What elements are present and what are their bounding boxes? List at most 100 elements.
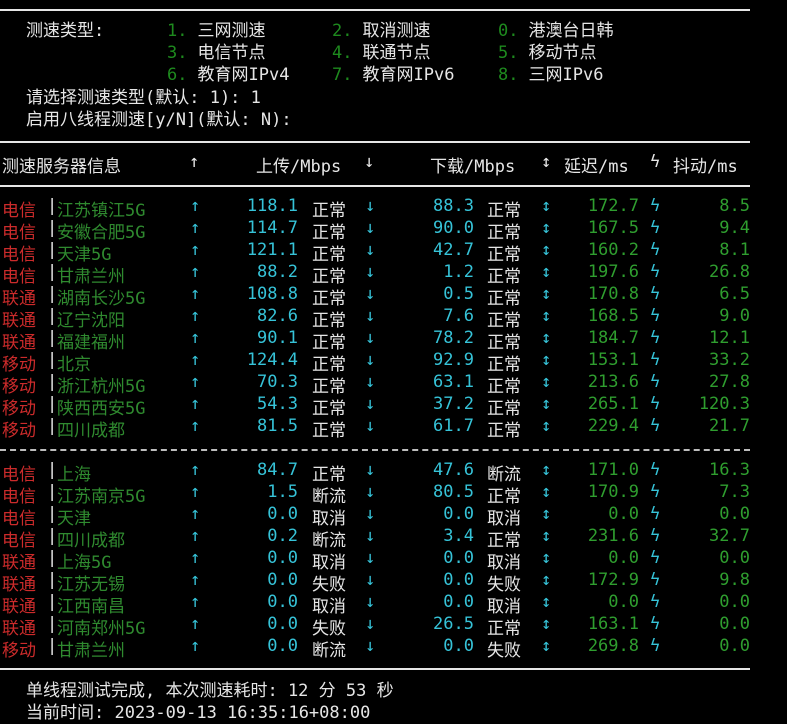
upload-arrow: ↑ (190, 284, 201, 304)
download-arrow: ↓ (365, 240, 376, 260)
latency-arrow: ↕ (541, 548, 552, 568)
upload-arrow: ↑ (190, 636, 201, 656)
bottom-rule (0, 668, 750, 670)
download-value: 3.4 (443, 526, 474, 546)
menu-option-label: 联通节点 (362, 43, 431, 63)
upload-arrow: ↑ (190, 548, 201, 568)
menu-option: 5. 移动节点 (498, 42, 596, 64)
download-arrow: ↓ (365, 460, 376, 480)
upload-value: 108.8 (246, 284, 298, 304)
jitter-value: 8.5 (719, 196, 750, 216)
column-separator: | (47, 460, 58, 480)
menu-option-number: 8. (498, 65, 519, 85)
menu-option: 3. 电信节点 (167, 42, 265, 64)
column-separator: | (47, 416, 58, 436)
download-arrow: ↓ (365, 526, 376, 546)
jitter-arrow: ϟ (650, 328, 661, 348)
menu-option-number: 7. (332, 65, 353, 85)
menu-option: 4. 联通节点 (332, 42, 430, 64)
download-arrow: ↓ (365, 306, 376, 326)
upload-arrow: ↑ (190, 328, 201, 348)
latency-arrow: ↕ (541, 460, 552, 480)
upload-value: 121.1 (246, 240, 298, 260)
server-isp: 移动 (2, 421, 36, 441)
column-separator: | (47, 504, 58, 524)
jitter-value: 0.0 (719, 504, 750, 524)
latency-value: 170.8 (587, 284, 639, 304)
column-separator: | (47, 372, 58, 392)
jitter-value: 6.5 (719, 284, 750, 304)
server-isp: 移动 (2, 641, 36, 661)
upload-arrow: ↑ (190, 240, 201, 260)
upload-value: 0.2 (267, 526, 298, 546)
latency-value: 213.6 (587, 372, 639, 392)
jitter-arrow: ϟ (650, 350, 661, 370)
column-separator: | (47, 196, 58, 216)
download-arrow: ↓ (365, 284, 376, 304)
jitter-value: 9.4 (719, 218, 750, 238)
column-separator: | (47, 614, 58, 634)
jitter-arrow: ϟ (650, 240, 661, 260)
header-latency-arrow: ↕ (541, 152, 552, 172)
upload-arrow: ↑ (190, 614, 201, 634)
download-value: 80.5 (433, 482, 474, 502)
download-value: 90.0 (433, 218, 474, 238)
upload-status: 正常 (312, 421, 346, 441)
latency-arrow: ↕ (541, 416, 552, 436)
finish-message: 单线程测试完成, 本次测速耗时: 12 分 53 秒 (26, 681, 394, 701)
latency-value: 197.6 (587, 262, 639, 282)
latency-arrow: ↕ (541, 636, 552, 656)
latency-value: 265.1 (587, 394, 639, 414)
column-separator: | (47, 548, 58, 568)
jitter-arrow: ϟ (650, 636, 661, 656)
latency-value: 163.1 (587, 614, 639, 634)
header-download-arrow: ↓ (364, 152, 375, 172)
latency-value: 172.9 (587, 570, 639, 590)
latency-value: 184.7 (587, 328, 639, 348)
upload-value: 118.1 (246, 196, 298, 216)
upload-value: 0.0 (267, 570, 298, 590)
prompt-type: 请选择测速类型(默认: 1): 1 (26, 88, 261, 108)
latency-arrow: ↕ (541, 350, 552, 370)
latency-value: 153.1 (587, 350, 639, 370)
download-arrow: ↓ (365, 548, 376, 568)
latency-arrow: ↕ (541, 306, 552, 326)
latency-arrow: ↕ (541, 218, 552, 238)
jitter-value: 32.7 (709, 526, 750, 546)
download-arrow: ↓ (365, 636, 376, 656)
server-city: 四川成都 (57, 421, 125, 441)
menu-option-number: 6. (167, 65, 188, 85)
download-value: 47.6 (433, 460, 474, 480)
jitter-value: 27.8 (709, 372, 750, 392)
latency-value: 172.7 (587, 196, 639, 216)
jitter-arrow: ϟ (650, 460, 661, 480)
latency-arrow: ↕ (541, 592, 552, 612)
menu-option-label: 取消测速 (362, 21, 431, 41)
header-jitter: 抖动/ms (673, 157, 738, 177)
jitter-arrow: ϟ (650, 416, 661, 436)
column-separator: | (47, 636, 58, 656)
download-arrow: ↓ (365, 196, 376, 216)
rule-after-header (0, 185, 750, 187)
latency-arrow: ↕ (541, 504, 552, 524)
jitter-value: 120.3 (698, 394, 750, 414)
upload-arrow: ↑ (190, 416, 201, 436)
latency-value: 171.0 (587, 460, 639, 480)
menu-option-label: 三网IPv6 (528, 65, 604, 85)
current-time: 当前时间: 2023-09-13 16:35:16+08:00 (26, 703, 371, 723)
column-separator: | (47, 240, 58, 260)
jitter-arrow: ϟ (650, 504, 661, 524)
menu-option: 0. 港澳台日韩 (498, 20, 613, 42)
download-value: 0.5 (443, 284, 474, 304)
column-separator: | (47, 350, 58, 370)
latency-value: 229.4 (587, 416, 639, 436)
header-latency: 延迟/ms (564, 157, 629, 177)
jitter-value: 33.2 (709, 350, 750, 370)
latency-value: 170.9 (587, 482, 639, 502)
latency-arrow: ↕ (541, 526, 552, 546)
column-separator: | (47, 592, 58, 612)
jitter-arrow: ϟ (650, 394, 661, 414)
menu-option: 2. 取消测速 (332, 20, 430, 42)
top-rule (0, 9, 750, 11)
upload-value: 0.0 (267, 614, 298, 634)
